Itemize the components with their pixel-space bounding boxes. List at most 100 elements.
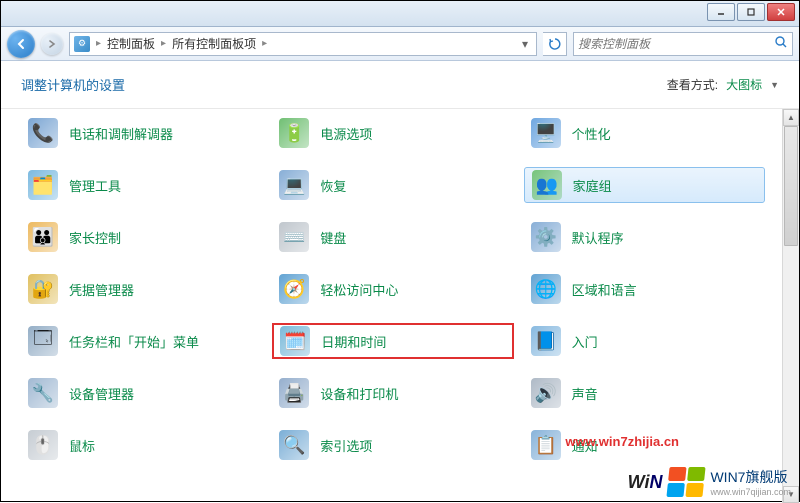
taskbar-start-icon: 🗔 <box>27 325 59 357</box>
breadcrumb-separator: ▸ <box>258 38 271 49</box>
cp-item-credential-manager[interactable]: 🔐 凭据管理器 <box>21 271 262 307</box>
cp-item-keyboard[interactable]: ⌨️ 键盘 <box>272 219 513 255</box>
cp-item-homegroup[interactable]: 👥 家庭组 <box>524 167 765 203</box>
cp-item-getting-started[interactable]: 📘 入门 <box>524 323 765 359</box>
cp-item-default-programs[interactable]: ⚙️ 默认程序 <box>524 219 765 255</box>
cp-item-label: 设备管理器 <box>69 384 134 403</box>
cp-item-power-options[interactable]: 🔋 电源选项 <box>272 115 513 151</box>
breadcrumb-dropdown[interactable]: ▾ <box>518 37 532 51</box>
breadcrumb-current[interactable]: 所有控制面板项 <box>172 35 256 52</box>
cp-item-device-manager[interactable]: 🔧 设备管理器 <box>21 375 262 411</box>
control-panel-icon: ⚙ <box>74 36 90 52</box>
cp-item-parental-controls[interactable]: 👪 家长控制 <box>21 219 262 255</box>
cp-item-label: 默认程序 <box>572 228 624 247</box>
personalization-icon: 🖥️ <box>530 117 562 149</box>
close-icon <box>776 7 786 17</box>
keyboard-icon: ⌨️ <box>278 221 310 253</box>
phone-modem-icon: 📞 <box>27 117 59 149</box>
view-by-value[interactable]: 大图标 <box>726 76 762 93</box>
scroll-up-button[interactable]: ▲ <box>783 109 799 126</box>
sound-icon: 🔊 <box>530 377 562 409</box>
refresh-icon <box>548 37 562 51</box>
cp-item-region-language[interactable]: 🌐区域和语言 <box>524 271 765 307</box>
control-panel-grid: 📞 电话和调制解调器 🔋 电源选项 🖥️ 个性化 🗂️ 管理工具 💻 恢复 👥 家庭组 👪 家长控制 ⌨️ 键… <box>21 115 789 463</box>
devices-printers-icon: 🖨️ <box>278 377 310 409</box>
watermark-url: www.win7zhijia.cn <box>565 434 679 449</box>
cp-item-recovery[interactable]: 💻 恢复 <box>272 167 513 203</box>
cp-item-label: 索引选项 <box>320 436 372 455</box>
cp-item-label: 入门 <box>572 332 598 351</box>
windows-flag-icon <box>667 467 706 497</box>
forward-arrow-icon <box>47 39 57 49</box>
refresh-button[interactable] <box>543 32 567 56</box>
cp-item-label: 电话和调制解调器 <box>69 124 173 143</box>
cp-item-personalization[interactable]: 🖥️ 个性化 <box>524 115 765 151</box>
cp-item-label: 日期和时间 <box>321 332 386 351</box>
search-box[interactable] <box>573 32 793 56</box>
minimize-button[interactable] <box>707 3 735 21</box>
region-language-icon: 🌐 <box>530 273 562 305</box>
cp-item-label: 任务栏和「开始」菜单 <box>69 332 199 351</box>
vertical-scrollbar[interactable]: ▲ ▼ <box>782 109 799 503</box>
search-icon[interactable] <box>774 35 788 52</box>
chevron-down-icon[interactable]: ▼ <box>770 80 779 90</box>
cp-item-taskbar-start[interactable]: 🗔 任务栏和「开始」菜单 <box>21 323 262 359</box>
cp-item-ease-of-access[interactable]: 🧭 轻松访问中心 <box>272 271 513 307</box>
cp-item-label: 凭据管理器 <box>69 280 134 299</box>
scroll-thumb[interactable] <box>784 126 798 246</box>
breadcrumb-separator: ▸ <box>92 38 105 49</box>
back-button[interactable] <box>7 30 35 58</box>
back-arrow-icon <box>14 37 28 51</box>
ease-of-access-icon: 🧭 <box>278 273 310 305</box>
device-manager-icon: 🔧 <box>27 377 59 409</box>
cp-item-label: 轻松访问中心 <box>320 280 398 299</box>
mouse-icon: 🖱️ <box>27 429 59 461</box>
brand-text-block: WIN7旗舰版 www.win7qijian.com <box>710 467 791 497</box>
navigation-bar: ⚙ ▸ 控制面板 ▸ 所有控制面板项 ▸ ▾ <box>1 27 799 61</box>
cp-item-label: 设备和打印机 <box>320 384 398 403</box>
cp-item-label: 家庭组 <box>573 176 612 195</box>
breadcrumb-separator: ▸ <box>157 38 170 49</box>
cp-item-sound[interactable]: 🔊 声音 <box>524 375 765 411</box>
win-logo-text: WiN <box>628 472 663 493</box>
admin-tools-icon: 🗂️ <box>27 169 59 201</box>
brand-text: WIN7旗舰版 <box>710 467 791 487</box>
default-programs-icon: ⚙️ <box>530 221 562 253</box>
credential-manager-icon: 🔐 <box>27 273 59 305</box>
maximize-button[interactable] <box>737 3 765 21</box>
breadcrumb-root[interactable]: 控制面板 <box>107 35 155 52</box>
getting-started-icon: 📘 <box>530 325 562 357</box>
cp-item-label: 管理工具 <box>69 176 121 195</box>
recovery-icon: 💻 <box>278 169 310 201</box>
cp-item-label: 鼠标 <box>69 436 95 455</box>
view-by-selector[interactable]: 查看方式: 大图标 ▼ <box>667 76 779 93</box>
cp-item-label: 个性化 <box>572 124 611 143</box>
cp-item-label: 键盘 <box>320 228 346 247</box>
cp-item-date-time[interactable]: 🗓️ 日期和时间 <box>272 323 513 359</box>
cp-item-admin-tools[interactable]: 🗂️ 管理工具 <box>21 167 262 203</box>
content-area: 📞 电话和调制解调器 🔋 电源选项 🖥️ 个性化 🗂️ 管理工具 💻 恢复 👥 家庭组 👪 家长控制 ⌨️ 键… <box>1 109 799 503</box>
breadcrumb[interactable]: ⚙ ▸ 控制面板 ▸ 所有控制面板项 ▸ ▾ <box>69 32 537 56</box>
page-header: 调整计算机的设置 查看方式: 大图标 ▼ <box>1 61 799 109</box>
close-button[interactable] <box>767 3 795 21</box>
cp-item-label: 电源选项 <box>320 124 372 143</box>
page-title: 调整计算机的设置 <box>21 75 125 94</box>
cp-item-label: 家长控制 <box>69 228 121 247</box>
search-input[interactable] <box>578 37 774 51</box>
cp-item-phone-modem[interactable]: 📞 电话和调制解调器 <box>21 115 262 151</box>
cp-item-label: 恢复 <box>320 176 346 195</box>
indexing-options-icon: 🔍 <box>278 429 310 461</box>
brand-sub-url: www.win7qijian.com <box>710 487 791 497</box>
parental-controls-icon: 👪 <box>27 221 59 253</box>
power-options-icon: 🔋 <box>278 117 310 149</box>
cp-item-mouse[interactable]: 🖱️ 鼠标 <box>21 427 262 463</box>
footer-brand: WiN WIN7旗舰版 www.win7qijian.com <box>628 467 791 497</box>
cp-item-label: 声音 <box>572 384 598 403</box>
maximize-icon <box>746 7 756 17</box>
date-time-icon: 🗓️ <box>279 325 311 357</box>
view-by-label: 查看方式: <box>667 76 718 93</box>
forward-button[interactable] <box>41 33 63 55</box>
cp-item-indexing-options[interactable]: 🔍 索引选项 <box>272 427 513 463</box>
cp-item-devices-printers[interactable]: 🖨️ 设备和打印机 <box>272 375 513 411</box>
homegroup-icon: 👥 <box>531 169 563 201</box>
